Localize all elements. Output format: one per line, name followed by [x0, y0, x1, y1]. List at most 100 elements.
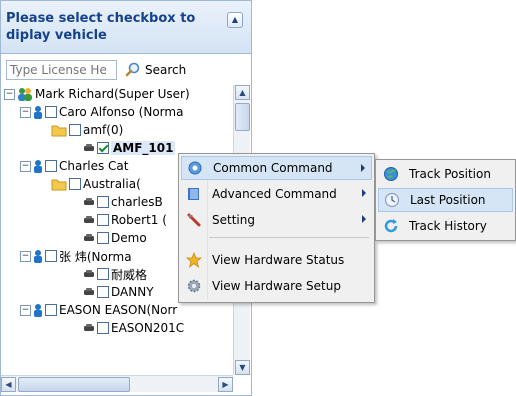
menu-item-setting[interactable]: Setting [181, 208, 372, 232]
tree-checkbox[interactable] [45, 250, 57, 262]
users-group-icon [18, 88, 32, 101]
submenu-arrow-icon [362, 215, 366, 223]
globe-icon [383, 166, 399, 182]
tree-node-root[interactable]: − Mark Richard(Super User) [4, 85, 190, 103]
tree-node-label: Australia( [83, 177, 141, 191]
search-button[interactable]: Search [125, 60, 221, 80]
user-icon [34, 160, 42, 173]
search-button-label: Search [145, 63, 187, 77]
menu-item-view-hardware-setup[interactable]: View Hardware Setup [181, 274, 372, 298]
tree-checkbox[interactable] [45, 304, 57, 316]
tree-node-label: Caro Alfonso (Norma [59, 105, 184, 119]
car-icon [84, 144, 94, 151]
tree-checkbox[interactable] [69, 124, 81, 136]
collapse-toggle[interactable]: − [20, 250, 31, 262]
gear-icon [186, 278, 202, 294]
vertical-scroll-thumb[interactable] [235, 103, 250, 131]
tree-checkbox[interactable] [97, 214, 109, 226]
tree-node-vehicle[interactable]: EASON201C [83, 319, 184, 337]
menu-item-view-hardware-status[interactable]: View Hardware Status [181, 248, 372, 272]
tree-node-label: EASON EASON(Norr [59, 303, 178, 317]
horizontal-scroll-thumb[interactable] [18, 377, 130, 392]
folder-icon [51, 179, 67, 190]
tree-node-vehicle[interactable]: DANNY [83, 283, 154, 301]
tree-node-label: charlesB [111, 195, 163, 209]
collapse-toggle[interactable]: − [20, 160, 31, 172]
collapse-toggle[interactable]: − [4, 88, 15, 100]
tree-node-user[interactable]: − 张 炜(Norma [20, 247, 132, 265]
tree-node-vehicle[interactable]: 耐威格 [83, 265, 147, 283]
collapse-toggle[interactable]: − [20, 304, 31, 316]
tree-node-label: 张 炜(Norma [59, 249, 132, 264]
car-icon [84, 234, 94, 241]
menu-item-label: Last Position [410, 193, 486, 207]
car-icon [84, 324, 94, 331]
user-icon [34, 106, 42, 119]
tree-checkbox[interactable] [97, 286, 109, 298]
tree-checkbox[interactable] [97, 268, 109, 280]
panel-title: Please select checkbox to diplay vehicle [6, 11, 196, 43]
tree-checkbox[interactable] [97, 232, 109, 244]
tree-checkbox[interactable] [97, 322, 109, 334]
tree-node-label: DANNY [111, 285, 154, 299]
menu-item-common-command[interactable]: Common Command [181, 156, 372, 180]
car-icon [84, 216, 94, 223]
menu-item-last-position[interactable]: Last Position [378, 188, 513, 212]
tree-node-vehicle[interactable]: Robert1 ( [83, 211, 167, 229]
menu-item-label: Track Position [409, 167, 491, 181]
tree-node-label: Robert1 ( [111, 213, 167, 227]
tree-node-label: Demo [111, 231, 147, 245]
car-icon [84, 288, 94, 295]
book-icon [186, 186, 202, 202]
menu-item-track-position[interactable]: Track Position [378, 162, 513, 186]
menu-separator [209, 237, 369, 238]
menu-item-label: View Hardware Setup [212, 279, 341, 293]
license-search-input[interactable] [6, 60, 117, 80]
tree-node-user[interactable]: − Charles Cat [20, 157, 129, 175]
tree-node-label: 耐威格 [111, 267, 148, 282]
collapse-button[interactable]: ▲ [227, 12, 243, 28]
menu-item-label: Advanced Command [212, 187, 337, 201]
panel-header: Please select checkbox to diplay vehicle… [1, 1, 251, 54]
tree-checkbox[interactable] [45, 160, 57, 172]
clock-icon [384, 192, 400, 208]
horizontal-scrollbar[interactable]: ◀ ▶ [1, 375, 233, 392]
tree-node-label: AMF_101 [111, 141, 176, 155]
tree-node-label: amf(0) [83, 123, 124, 137]
collapse-toggle[interactable]: − [20, 106, 31, 118]
tree-node-vehicle-selected[interactable]: AMF_101 [83, 139, 176, 157]
settings-tool-icon [186, 212, 202, 228]
folder-icon [51, 125, 67, 136]
scroll-down-arrow-icon[interactable]: ▼ [235, 360, 250, 375]
search-icon [125, 62, 140, 77]
context-menu: Common Command Advanced Command Setting … [178, 153, 375, 303]
car-icon [84, 198, 94, 205]
menu-item-label: Track History [409, 219, 487, 233]
menu-item-track-history[interactable]: Track History [378, 214, 513, 238]
tree-node-group[interactable]: Australia( [51, 175, 141, 193]
scroll-right-arrow-icon[interactable]: ▶ [218, 377, 233, 392]
gear-star-icon [187, 160, 203, 176]
search-row: Search [1, 54, 251, 84]
menu-item-advanced-command[interactable]: Advanced Command [181, 182, 372, 206]
user-icon [34, 304, 42, 317]
tree-checkbox[interactable] [69, 178, 81, 190]
tree-node-label: EASON201C [111, 321, 185, 335]
scroll-up-arrow-icon[interactable]: ▲ [235, 85, 250, 100]
scroll-left-arrow-icon[interactable]: ◀ [1, 377, 16, 392]
tree-node-vehicle[interactable]: charlesB [83, 193, 163, 211]
tree-node-label: Charles Cat [59, 159, 129, 173]
tree-node-user[interactable]: − Caro Alfonso (Norma [20, 103, 183, 121]
tree-node-group[interactable]: amf(0) [51, 121, 123, 139]
tree-checkbox[interactable] [97, 196, 109, 208]
common-command-submenu: Track Position Last Position Track Histo… [375, 159, 516, 241]
menu-item-label: Common Command [213, 161, 333, 175]
tree-node-user[interactable]: − EASON EASON(Norr [20, 301, 177, 319]
tree-node-label: Mark Richard(Super User) [35, 87, 190, 101]
tree-checkbox[interactable] [45, 106, 57, 118]
car-icon [84, 270, 94, 277]
tree-checkbox-checked[interactable] [97, 142, 109, 154]
submenu-arrow-icon [362, 189, 366, 197]
tree-node-vehicle[interactable]: Demo [83, 229, 147, 247]
refresh-icon [383, 218, 399, 234]
